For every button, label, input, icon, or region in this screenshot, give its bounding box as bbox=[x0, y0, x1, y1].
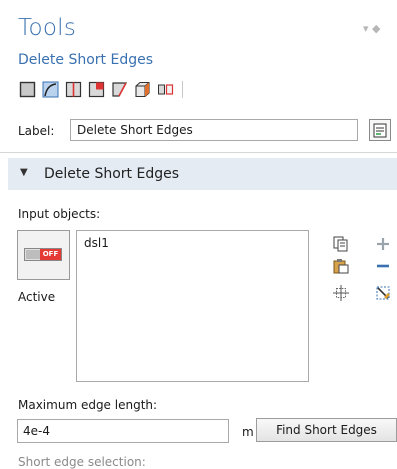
toolbar-separator bbox=[182, 80, 183, 98]
square-shape-icon[interactable] bbox=[19, 81, 36, 98]
label-caption: Label: bbox=[18, 124, 55, 138]
remove-icon[interactable] bbox=[375, 258, 391, 274]
paste-icon[interactable] bbox=[333, 258, 349, 274]
split-face-icon[interactable] bbox=[65, 81, 82, 98]
toggle-track: OFF bbox=[24, 248, 62, 261]
find-short-edges-button[interactable]: Find Short Edges bbox=[256, 418, 397, 442]
form-composite-faces-icon[interactable] bbox=[157, 81, 174, 98]
active-label: Active bbox=[18, 290, 56, 304]
off-badge: OFF bbox=[40, 249, 61, 260]
input-objects-list[interactable] bbox=[76, 230, 309, 382]
clear-selection-icon[interactable] bbox=[375, 285, 391, 301]
label-input[interactable]: Delete Short Edges bbox=[70, 119, 358, 141]
delete-short-edges-icon[interactable] bbox=[42, 81, 59, 98]
tool-toolbar bbox=[19, 79, 183, 99]
add-icon[interactable] bbox=[375, 236, 391, 252]
panel-title: Tools bbox=[18, 15, 77, 41]
toggle-knob bbox=[26, 250, 40, 259]
short-edge-selection-label: Short edge selection: bbox=[18, 455, 146, 469]
edit-label-button[interactable] bbox=[369, 119, 391, 141]
divider bbox=[0, 152, 397, 153]
list-item[interactable]: dsl1 bbox=[84, 236, 109, 250]
edit-note-icon bbox=[373, 123, 387, 138]
input-objects-label: Input objects: bbox=[18, 207, 101, 221]
virtual-solid-icon[interactable] bbox=[134, 81, 151, 98]
zoom-to-selection-icon[interactable] bbox=[333, 285, 349, 301]
ignore-edges-icon[interactable] bbox=[111, 81, 128, 98]
collapse-arrow-icon[interactable]: ▼ bbox=[20, 167, 28, 178]
unit-label: m bbox=[242, 425, 254, 439]
collapse-face-icon[interactable] bbox=[88, 81, 105, 98]
max-edge-length-input[interactable]: 4e-4 bbox=[17, 419, 229, 443]
section-title: Delete Short Edges bbox=[44, 166, 179, 182]
pin-icon[interactable]: ▾ ◆ bbox=[363, 22, 380, 35]
copy-icon[interactable] bbox=[333, 236, 349, 252]
max-edge-length-label: Maximum edge length: bbox=[18, 398, 158, 412]
panel-subtitle: Delete Short Edges bbox=[18, 52, 153, 68]
active-toggle-button[interactable]: OFF bbox=[17, 230, 70, 280]
